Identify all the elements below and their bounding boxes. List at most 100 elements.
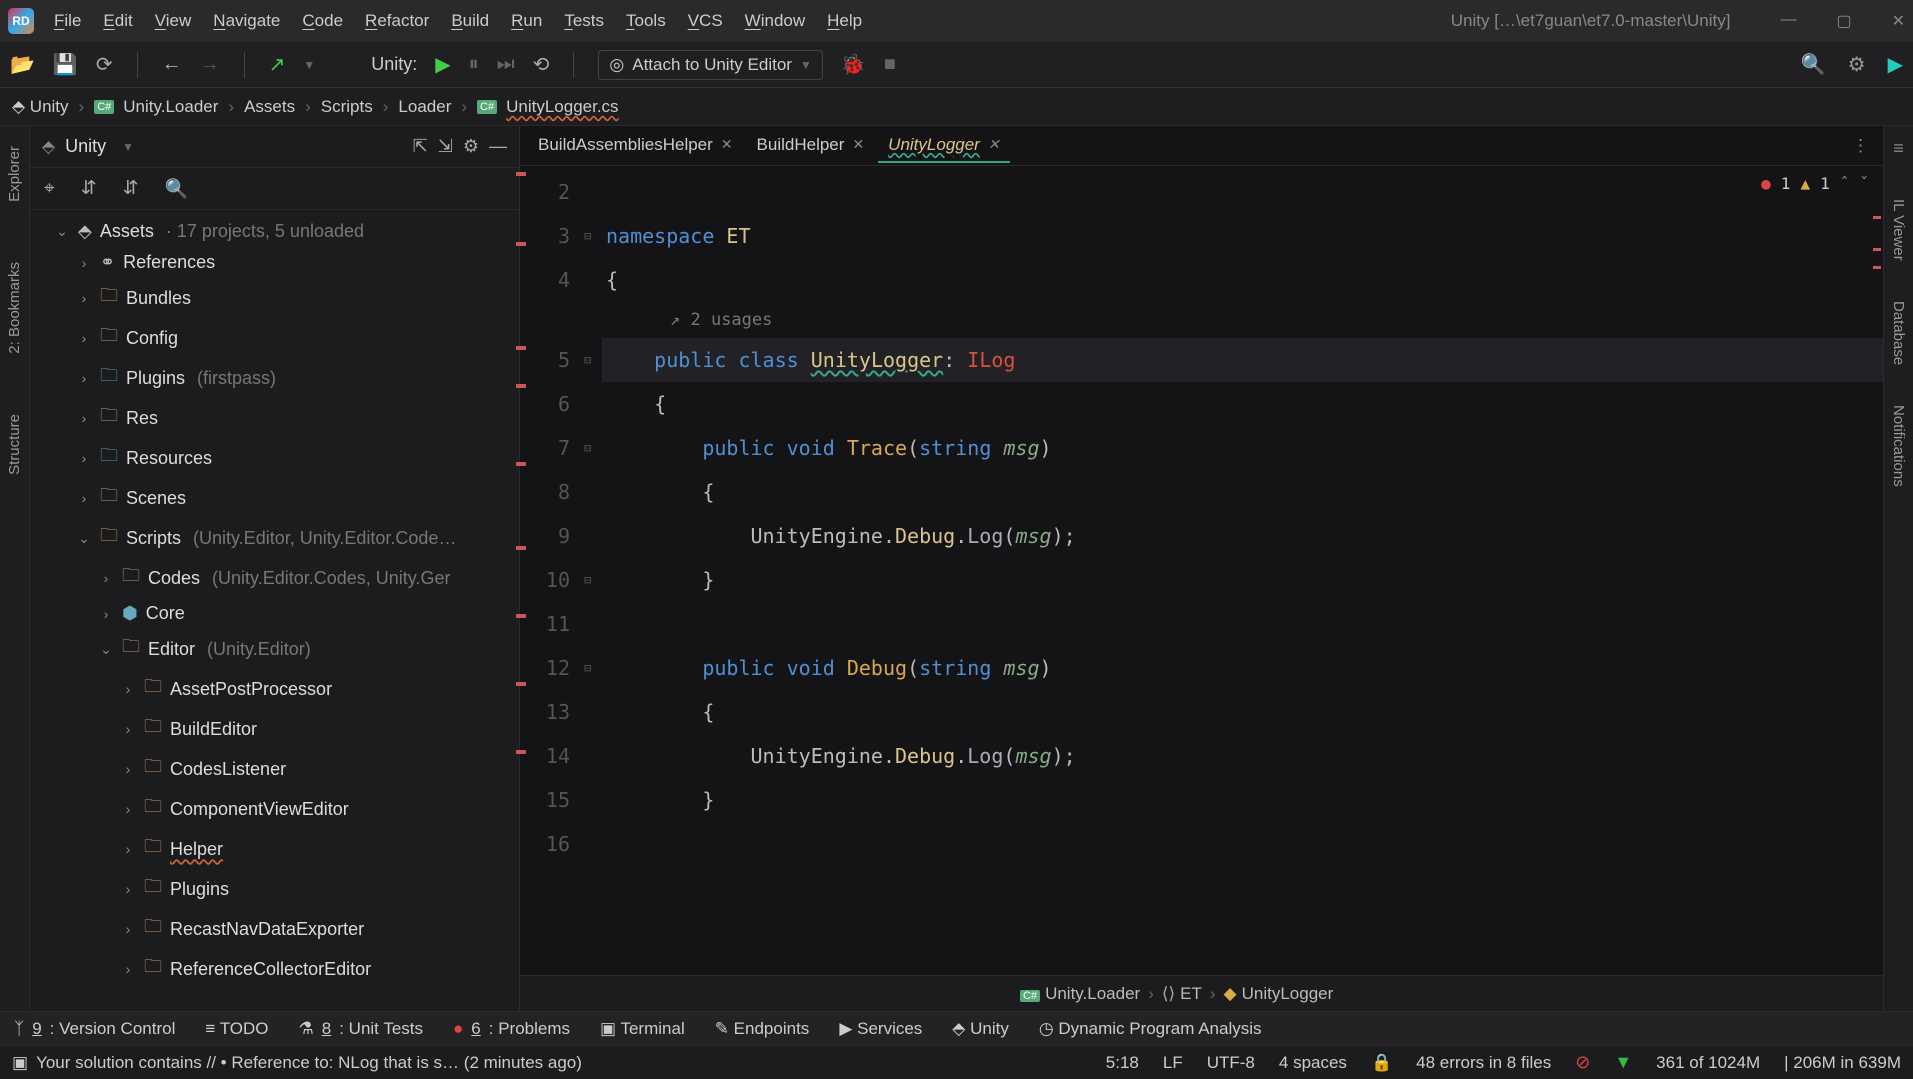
breadcrumb-unitylogger-cs[interactable]: C#UnityLogger.cs — [477, 97, 619, 117]
indent[interactable]: 4 spaces — [1279, 1053, 1347, 1073]
tab-unitylogger[interactable]: UnityLogger✕ — [878, 129, 1009, 163]
tree-helper[interactable]: ›🗀 Helper — [30, 829, 519, 869]
sidebar-search-icon[interactable]: 🔍 — [165, 177, 189, 201]
close-tab-icon[interactable]: ✕ — [988, 136, 1000, 153]
menu-tests[interactable]: Tests — [564, 11, 604, 31]
menu-window[interactable]: Window — [745, 11, 805, 31]
cursor-position[interactable]: 5:18 — [1106, 1053, 1139, 1073]
tree-scripts[interactable]: ⌄🗀 Scripts(Unity.Editor, Unity.Editor.Co… — [30, 518, 519, 558]
locate-icon[interactable]: ⌖ — [44, 178, 55, 200]
bottom-terminal[interactable]: ▣ Terminal — [600, 1019, 685, 1039]
menu-navigate[interactable]: Navigate — [213, 11, 280, 31]
bot-bc-unity.loader[interactable]: C#Unity.Loader — [1020, 984, 1140, 1004]
bottom-problems[interactable]: ● 6: Problems — [453, 1019, 570, 1039]
pause-icon[interactable]: ⏸ — [469, 53, 479, 76]
breadcrumb-assets[interactable]: Assets — [244, 97, 295, 117]
tree-res[interactable]: ›🗀 Res — [30, 398, 519, 438]
highlight-icon[interactable]: ▼ — [1614, 1052, 1632, 1073]
forward-icon[interactable]: → — [200, 53, 220, 76]
right-tool-notifications[interactable]: Notifications — [1890, 405, 1907, 487]
minimize-icon[interactable]: — — [1780, 11, 1796, 31]
search-icon[interactable]: 🔍 — [1801, 52, 1826, 77]
tree-bundles[interactable]: ›🗀 Bundles — [30, 278, 519, 318]
error-indicator-icon[interactable]: ● — [1761, 174, 1771, 193]
encoding[interactable]: UTF-8 — [1207, 1053, 1255, 1073]
stop-icon[interactable]: ■ — [884, 53, 896, 76]
menu-help[interactable]: Help — [827, 11, 862, 31]
bottom-version-control[interactable]: ᛉ 9: Version Control — [14, 1019, 175, 1039]
menu-code[interactable]: Code — [302, 11, 343, 31]
collapse-icon[interactable]: ⇱ — [413, 136, 428, 157]
sidebar-settings-icon[interactable]: ⚙ — [463, 136, 479, 157]
hammer-dropdown-icon[interactable]: ▼ — [303, 58, 315, 72]
tree-codes[interactable]: ›🗀 Codes(Unity.Editor.Codes, Unity.Ger — [30, 558, 519, 598]
expand-icon[interactable]: ⇲ — [438, 136, 453, 157]
maximize-icon[interactable]: ▢ — [1836, 11, 1851, 31]
tree-assets[interactable]: ⌄⬘ Assets· 17 projects, 5 unloaded — [30, 216, 519, 247]
tree-config[interactable]: ›🗀 Config — [30, 318, 519, 358]
save-icon[interactable]: 💾 — [53, 52, 78, 77]
lock-icon[interactable]: 🔒 — [1371, 1053, 1392, 1073]
errors-summary[interactable]: 48 errors in 8 files — [1416, 1053, 1551, 1073]
menu-view[interactable]: View — [155, 11, 192, 31]
chevron-down-icon[interactable]: ▼ — [122, 140, 134, 154]
project-name[interactable]: Unity — [65, 136, 106, 157]
breadcrumb-unity[interactable]: ⬘ Unity — [12, 97, 69, 117]
close-tab-icon[interactable]: ✕ — [721, 136, 733, 153]
menu-refactor[interactable]: Refactor — [365, 11, 429, 31]
shield-icon[interactable]: ▶ — [1888, 52, 1903, 77]
tree-references[interactable]: ›⚭ References — [30, 247, 519, 278]
tree-plugins[interactable]: ›🗀 Plugins(firstpass) — [30, 358, 519, 398]
left-tool-2-bookmarks[interactable]: 2: Bookmarks — [6, 262, 23, 354]
usages-hint[interactable]: ↗ 2 usages — [602, 302, 1883, 338]
right-tool-il-viewer[interactable]: IL Viewer — [1890, 199, 1907, 261]
tree-recastnavdataexporter[interactable]: ›🗀 RecastNavDataExporter — [30, 909, 519, 949]
menu-edit[interactable]: Edit — [103, 11, 132, 31]
memory1[interactable]: 361 of 1024M — [1656, 1053, 1760, 1073]
bottom-unit-tests[interactable]: ⚗ 8: Unit Tests — [299, 1019, 424, 1039]
breadcrumb-loader[interactable]: Loader — [398, 97, 451, 117]
down-icon[interactable]: ˇ — [1859, 174, 1869, 193]
hammer-icon[interactable]: ↗ — [269, 52, 286, 77]
back-icon[interactable]: ← — [162, 53, 182, 76]
tree-plugins[interactable]: ›🗀 Plugins — [30, 869, 519, 909]
debug-icon[interactable]: 🐞 — [841, 52, 866, 77]
tree-resources[interactable]: ›🗀 Resources — [30, 438, 519, 478]
tree-core[interactable]: ›⬢ Core — [30, 598, 519, 629]
menu-file[interactable]: File — [54, 11, 81, 31]
bot-bc-et[interactable]: ⟨⟩ET — [1162, 984, 1202, 1004]
breadcrumb-scripts[interactable]: Scripts — [321, 97, 373, 117]
right-tool-database[interactable]: Database — [1890, 301, 1907, 365]
tree-componentvieweditor[interactable]: ›🗀 ComponentViewEditor — [30, 789, 519, 829]
left-tool-structure[interactable]: Structure — [6, 414, 23, 475]
attach-process-icon[interactable]: ⟲ — [533, 52, 550, 77]
menu-vcs[interactable]: VCS — [688, 11, 723, 31]
line-separator[interactable]: LF — [1163, 1053, 1183, 1073]
sort2-icon[interactable]: ⇵ — [123, 177, 139, 200]
tabs-menu-icon[interactable]: ⋮ — [1852, 136, 1883, 156]
settings-icon[interactable]: ⚙ — [1848, 52, 1866, 77]
tree-editor[interactable]: ⌄🗀 Editor(Unity.Editor) — [30, 629, 519, 669]
sort-icon[interactable]: ⇵ — [81, 177, 97, 200]
tree-referencecollectoreditor[interactable]: ›🗀 ReferenceCollectorEditor — [30, 949, 519, 989]
bottom-unity[interactable]: ⬘ Unity — [952, 1019, 1009, 1039]
tab-buildhelper[interactable]: BuildHelper✕ — [747, 129, 875, 163]
left-tool-explorer[interactable]: Explorer — [6, 146, 23, 202]
step-icon[interactable]: ⏭ — [497, 53, 515, 76]
bottom-endpoints[interactable]: ✎ Endpoints — [715, 1019, 810, 1039]
tab-buildassemblieshelper[interactable]: BuildAssembliesHelper✕ — [528, 129, 743, 163]
tree-assetpostprocessor[interactable]: ›🗀 AssetPostProcessor — [30, 669, 519, 709]
tree-codeslistener[interactable]: ›🗀 CodesListener — [30, 749, 519, 789]
tree-buildeditor[interactable]: ›🗀 BuildEditor — [30, 709, 519, 749]
tree-scenes[interactable]: ›🗀 Scenes — [30, 478, 519, 518]
breadcrumb-unity-loader[interactable]: C#Unity.Loader — [94, 97, 218, 117]
refresh-icon[interactable]: ⟳ — [96, 52, 113, 77]
close-icon[interactable]: ✕ — [1892, 11, 1905, 31]
up-icon[interactable]: ˆ — [1840, 174, 1850, 193]
bot-bc-unitylogger[interactable]: ◆UnityLogger — [1224, 984, 1334, 1004]
minimize-panel-icon[interactable]: — — [489, 136, 507, 157]
memory2[interactable]: | 206M in 639M — [1784, 1053, 1901, 1073]
breakpoint-off-icon[interactable]: ⊘ — [1575, 1052, 1590, 1073]
warning-indicator-icon[interactable]: ▲ — [1800, 174, 1810, 193]
il-viewer-icon[interactable]: ≡ — [1893, 138, 1904, 159]
